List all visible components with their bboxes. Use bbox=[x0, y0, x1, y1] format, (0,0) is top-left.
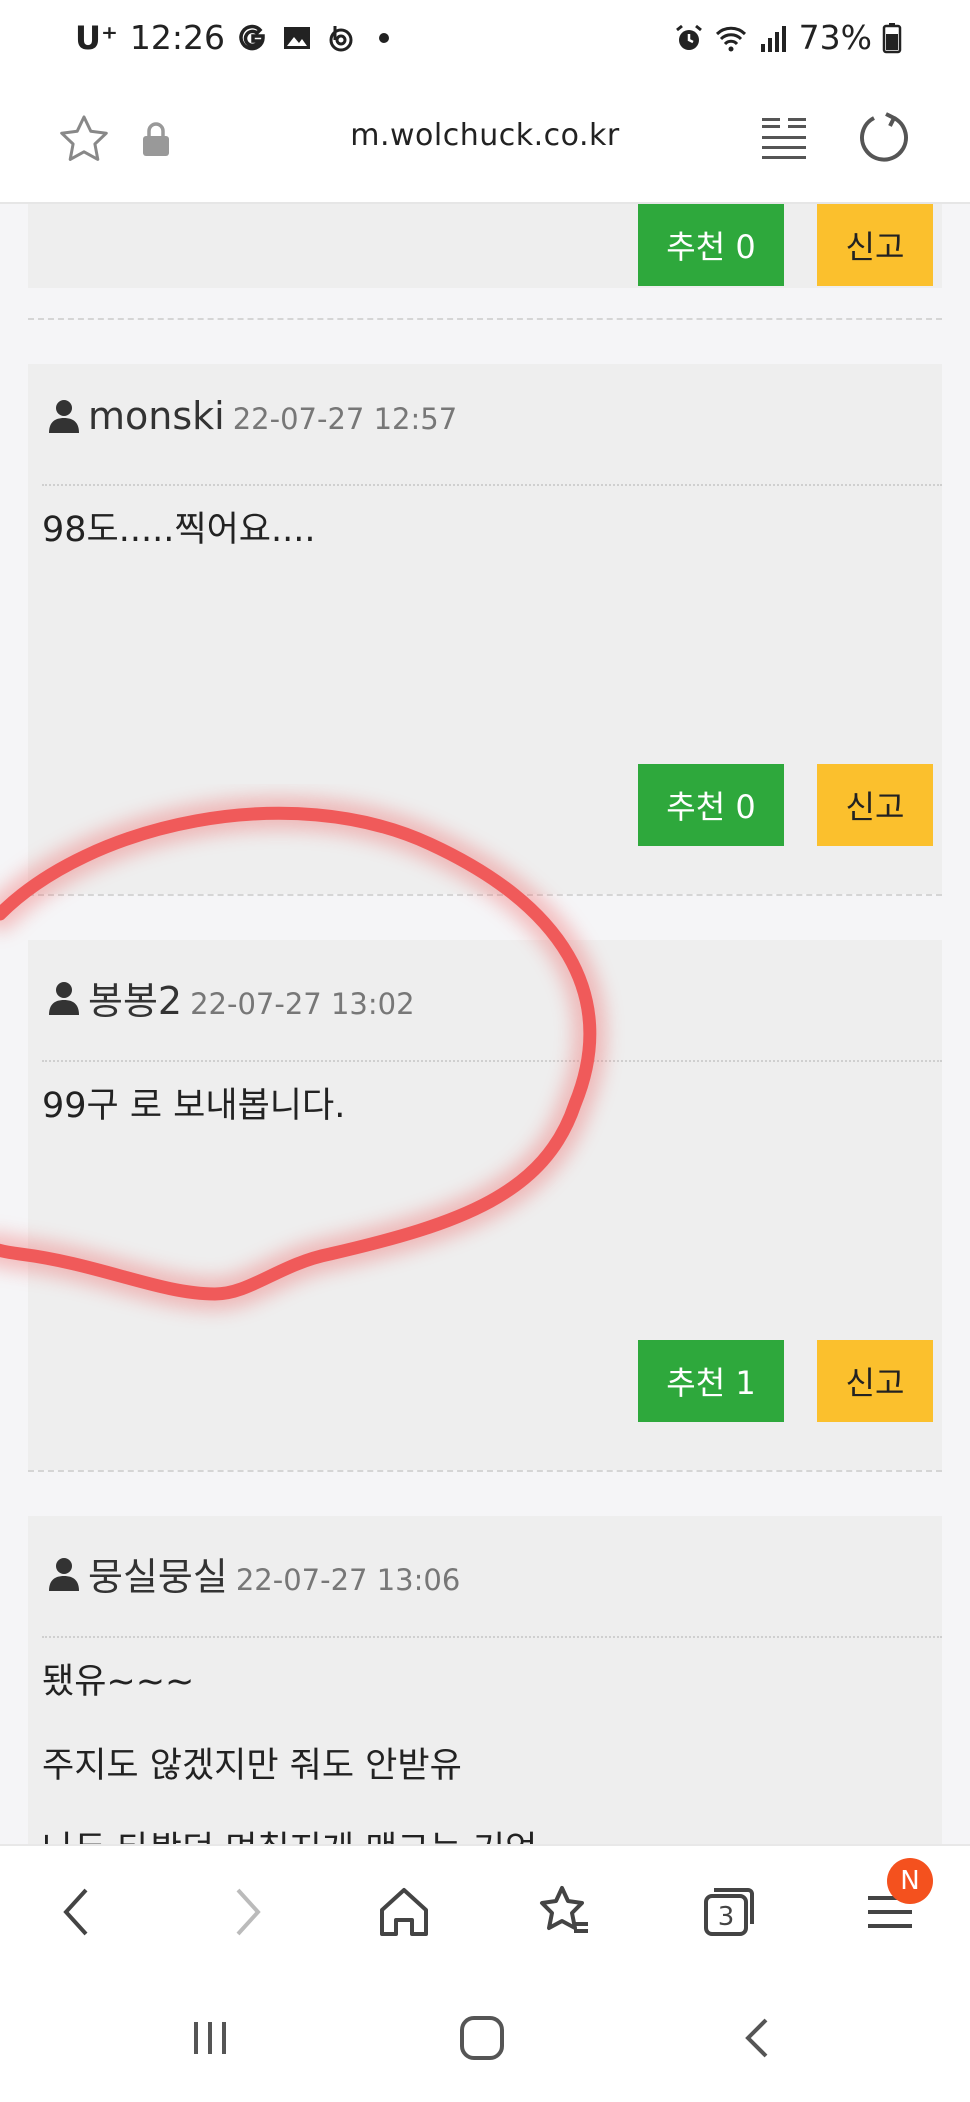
divider bbox=[42, 1060, 942, 1062]
signal-icon bbox=[760, 25, 786, 52]
comment-text: 98도.....찍어요.... bbox=[42, 510, 316, 550]
carrier-label: U⁺ bbox=[75, 18, 118, 57]
menu-badge: N bbox=[887, 1858, 933, 1904]
comment-text: 나두 타봤던 며칠지게 맨그는 기억 bbox=[42, 1808, 537, 1844]
home-icon[interactable] bbox=[376, 1884, 432, 1940]
author-name[interactable]: monski bbox=[88, 394, 225, 438]
battery-percent: 73% bbox=[798, 18, 872, 57]
author-row: 뭉실뭉실 22-07-27 13:06 bbox=[48, 1546, 460, 1601]
recommend-button[interactable]: 추천 1 bbox=[638, 1340, 784, 1422]
comment-date: 22-07-27 13:06 bbox=[235, 1563, 461, 1597]
system-navigation-bar bbox=[0, 1972, 970, 2102]
author-row: monski 22-07-27 12:57 bbox=[48, 394, 457, 438]
b-app-icon bbox=[329, 25, 353, 51]
notification-dot bbox=[378, 32, 389, 43]
recommend-button[interactable]: 추천 0 bbox=[638, 764, 784, 846]
browser-address-bar: m.wolchuck.co.kr bbox=[0, 76, 970, 204]
reload-icon[interactable] bbox=[856, 110, 912, 166]
user-icon bbox=[49, 1557, 79, 1591]
comment-text: 99구 로 보내봅니다. bbox=[42, 1086, 346, 1126]
alarm-icon bbox=[675, 24, 702, 50]
tabs-button[interactable]: 3 bbox=[700, 1884, 756, 1940]
comment-card: 봉봉2 22-07-27 13:02 99구 로 보내봅니다. 추천 1 신고 bbox=[28, 940, 942, 1470]
report-button[interactable]: 신고 bbox=[817, 1340, 933, 1422]
back-system-icon[interactable] bbox=[734, 2014, 782, 2062]
battery-icon bbox=[882, 22, 902, 53]
clock: 12:26 bbox=[129, 18, 225, 57]
recent-apps-icon[interactable] bbox=[186, 2014, 234, 2062]
browser-bottom-toolbar: 3 N bbox=[0, 1844, 970, 1974]
url-field[interactable]: m.wolchuck.co.kr bbox=[0, 118, 970, 153]
comment-list: 추천 0 신고 monski 22-07-27 12:57 98도.....찍어… bbox=[0, 204, 970, 1844]
author-row: 봉봉2 22-07-27 13:02 bbox=[48, 970, 415, 1025]
comment-date: 22-07-27 12:57 bbox=[232, 402, 458, 436]
comment-date: 22-07-27 13:02 bbox=[190, 987, 415, 1021]
author-name[interactable]: 봉봉2 bbox=[88, 970, 182, 1025]
reader-icon[interactable] bbox=[758, 112, 810, 164]
divider bbox=[28, 894, 942, 896]
divider bbox=[42, 1636, 942, 1638]
forward-icon[interactable] bbox=[218, 1884, 274, 1940]
comment-text: 주지도 않겠지만 줘도 안받유 bbox=[42, 1746, 462, 1786]
author-name[interactable]: 뭉실뭉실 bbox=[88, 1546, 228, 1601]
bookmarks-icon[interactable] bbox=[536, 1884, 592, 1940]
google-icon bbox=[239, 24, 265, 50]
comment-text: 됐유~~~ bbox=[42, 1662, 195, 1702]
comment-card: 뭉실뭉실 22-07-27 13:06 됐유~~~ 주지도 않겠지만 줘도 안받… bbox=[28, 1516, 942, 1844]
recommend-button[interactable]: 추천 0 bbox=[638, 204, 784, 286]
back-icon[interactable] bbox=[52, 1884, 108, 1940]
gallery-icon bbox=[283, 26, 310, 49]
user-icon bbox=[49, 981, 79, 1015]
tab-count: 3 bbox=[717, 1902, 735, 1932]
home-system-icon[interactable] bbox=[458, 2014, 506, 2062]
status-right: 73% bbox=[673, 18, 902, 57]
report-button[interactable]: 신고 bbox=[817, 204, 933, 286]
divider bbox=[28, 318, 942, 320]
divider bbox=[42, 484, 942, 486]
status-bar: U⁺ 12:26 73% bbox=[0, 0, 970, 76]
report-button[interactable]: 신고 bbox=[817, 764, 933, 846]
divider bbox=[28, 1470, 942, 1472]
comment-card: monski 22-07-27 12:57 98도.....찍어요.... 추천… bbox=[28, 364, 942, 894]
comment-card: 추천 0 신고 bbox=[28, 204, 942, 288]
user-icon bbox=[49, 400, 79, 433]
status-left: U⁺ 12:26 bbox=[75, 18, 389, 57]
wifi-icon bbox=[715, 26, 746, 51]
